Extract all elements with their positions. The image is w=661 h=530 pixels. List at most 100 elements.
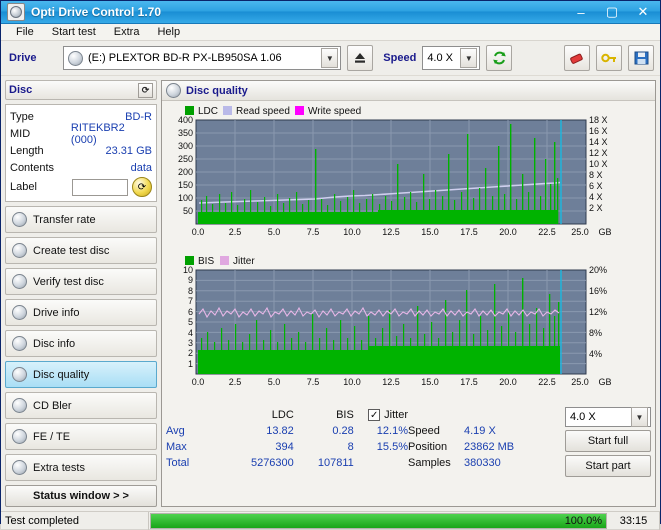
disc-row-value: data <box>130 161 152 174</box>
svg-text:50: 50 <box>183 206 193 216</box>
svg-text:7.5: 7.5 <box>307 377 320 387</box>
ldc-y-axis: 400 350 300 250 200 150 100 50 <box>178 115 193 216</box>
svg-text:8: 8 <box>188 286 193 296</box>
svg-text:8 X: 8 X <box>589 170 603 180</box>
disc-icon <box>12 305 27 320</box>
position-readout-value: 23862 MB <box>464 441 515 453</box>
key-icon <box>601 53 616 63</box>
sidebar-item-extra-tests[interactable]: Extra tests <box>5 454 157 481</box>
progress-text: 100.0% <box>564 514 602 527</box>
maximize-button[interactable]: ▢ <box>597 1 627 23</box>
stats-max-ldc: 394 <box>275 441 294 453</box>
status-window-button[interactable]: Status window > > <box>5 485 157 507</box>
svg-text:12.5: 12.5 <box>382 227 400 237</box>
ldc-y2-axis: 18 X 16 X 14 X 12 X 10 X 8 X 6 X 4 X 2 X <box>589 115 608 213</box>
minimize-button[interactable]: – <box>566 1 596 23</box>
sidebar-item-disc-quality[interactable]: Disc quality <box>5 361 157 388</box>
speed-select[interactable]: 4.0 X ▼ <box>422 46 481 70</box>
disc-icon <box>12 274 27 289</box>
erase-button[interactable] <box>564 45 590 71</box>
svg-text:150: 150 <box>178 180 193 190</box>
drive-label: Drive <box>9 52 37 64</box>
svg-text:12.5: 12.5 <box>382 377 400 387</box>
svg-text:5: 5 <box>188 317 193 327</box>
sidebar-item-disc-info[interactable]: Disc info <box>5 330 157 357</box>
svg-text:1: 1 <box>188 359 193 369</box>
eject-icon <box>355 53 366 63</box>
bis-chart: BIS Jitter 10 9 8 7 6 5 4 3 2 1 20% 16% … <box>165 254 652 402</box>
stats-row-label: Avg <box>166 425 185 437</box>
readout-speed: Speed 4.19 X <box>408 423 528 439</box>
eject-button[interactable] <box>347 45 374 71</box>
sidebar-item-fe-te[interactable]: FE / TE <box>5 423 157 450</box>
sidebar-item-label: Transfer rate <box>33 213 96 226</box>
stats-row-label: Total <box>166 457 190 469</box>
disc-icon <box>12 367 27 382</box>
disc-row-key: Contents <box>10 161 55 174</box>
start-full-button[interactable]: Start full <box>565 430 651 452</box>
status-message: Test completed <box>1 511 149 530</box>
legend-swatch-bis <box>185 256 194 265</box>
refresh-button[interactable] <box>486 45 513 71</box>
save-button[interactable] <box>628 45 654 71</box>
disc-row-key: Type <box>10 110 34 123</box>
refresh-yellow-icon[interactable]: ⟳ <box>132 177 152 197</box>
svg-text:7.5: 7.5 <box>307 227 320 237</box>
disc-label-input[interactable] <box>72 178 128 196</box>
refresh-icon[interactable]: ⟳ <box>138 82 153 98</box>
svg-text:4%: 4% <box>589 349 602 359</box>
chevron-down-icon[interactable]: ▼ <box>631 407 648 427</box>
svg-text:14 X: 14 X <box>589 137 608 147</box>
svg-text:22.5: 22.5 <box>538 227 556 237</box>
jitter-checkbox[interactable]: ✓ <box>368 409 381 421</box>
menu-item-file[interactable]: File <box>7 24 43 40</box>
disc-row-key: MID <box>10 127 31 140</box>
disc-row-value: RITEKBR2 (000) <box>70 121 125 146</box>
menu-bar: File Start test Extra Help <box>1 24 660 41</box>
sidebar-item-label: Drive info <box>33 306 80 319</box>
title-bar: Opti Drive Control 1.70 – ▢ ✕ <box>1 1 660 24</box>
stats-avg-jitter: 12.1% <box>376 425 408 437</box>
content-area: Disc ⟳ Type BD-R MID RITEKBR2 (000) Leng… <box>1 76 660 511</box>
stats-avg-bis: 0.28 <box>332 425 354 437</box>
chevron-down-icon[interactable]: ▼ <box>321 48 339 68</box>
sidebar-item-transfer-rate[interactable]: Transfer rate <box>5 206 157 233</box>
sidebar-item-label: CD Bler <box>33 399 72 412</box>
legend-swatch-write-speed <box>295 106 304 115</box>
samples-readout-label: Samples <box>408 457 451 469</box>
app-window: Opti Drive Control 1.70 – ▢ ✕ File Start… <box>0 0 661 530</box>
svg-text:25.0: 25.0 <box>571 377 589 387</box>
legend-label-jitter: Jitter <box>233 256 255 267</box>
drive-select[interactable]: (E:) PLEXTOR BD-R PX-LB950SA 1.06 ▼ <box>63 46 342 70</box>
samples-readout-value: 380330 <box>464 457 501 469</box>
disc-icon <box>166 83 181 98</box>
menu-item-extra[interactable]: Extra <box>105 24 149 40</box>
stats-row-total: Total 5276300 107811 <box>166 455 408 471</box>
menu-item-help[interactable]: Help <box>148 24 189 40</box>
svg-text:17.5: 17.5 <box>460 377 478 387</box>
sidebar-item-drive-info[interactable]: Drive info <box>5 299 157 326</box>
svg-text:250: 250 <box>178 154 193 164</box>
chevron-down-icon[interactable]: ▼ <box>460 48 478 68</box>
svg-text:5.0: 5.0 <box>268 377 281 387</box>
sidebar-item-cd-bler[interactable]: CD Bler <box>5 392 157 419</box>
sidebar-item-verify-test-disc[interactable]: Verify test disc <box>5 268 157 295</box>
test-speed-select[interactable]: 4.0 X ▼ <box>565 407 651 427</box>
position-readout-label: Position <box>408 441 448 453</box>
disc-icon <box>68 50 83 66</box>
close-button[interactable]: ✕ <box>628 1 658 23</box>
sidebar-item-create-test-disc[interactable]: Create test disc <box>5 237 157 264</box>
start-part-button[interactable]: Start part <box>565 455 651 477</box>
disc-row-mid: MID RITEKBR2 (000) <box>10 122 152 146</box>
legend-label-ldc: LDC <box>198 106 218 117</box>
svg-text:2.5: 2.5 <box>229 227 242 237</box>
sidebar-item-label: Verify test disc <box>33 275 104 288</box>
stats-max-bis: 8 <box>347 441 354 453</box>
menu-item-start-test[interactable]: Start test <box>43 24 105 40</box>
stats-avg-ldc: 13.82 <box>266 425 294 437</box>
disc-info-box: Type BD-R MID RITEKBR2 (000) Length 23.3… <box>5 104 157 202</box>
svg-text:GB: GB <box>598 227 611 237</box>
key-button[interactable] <box>596 45 622 71</box>
disc-row-label: Label ⟳ <box>10 176 152 198</box>
disc-icon <box>12 429 27 444</box>
